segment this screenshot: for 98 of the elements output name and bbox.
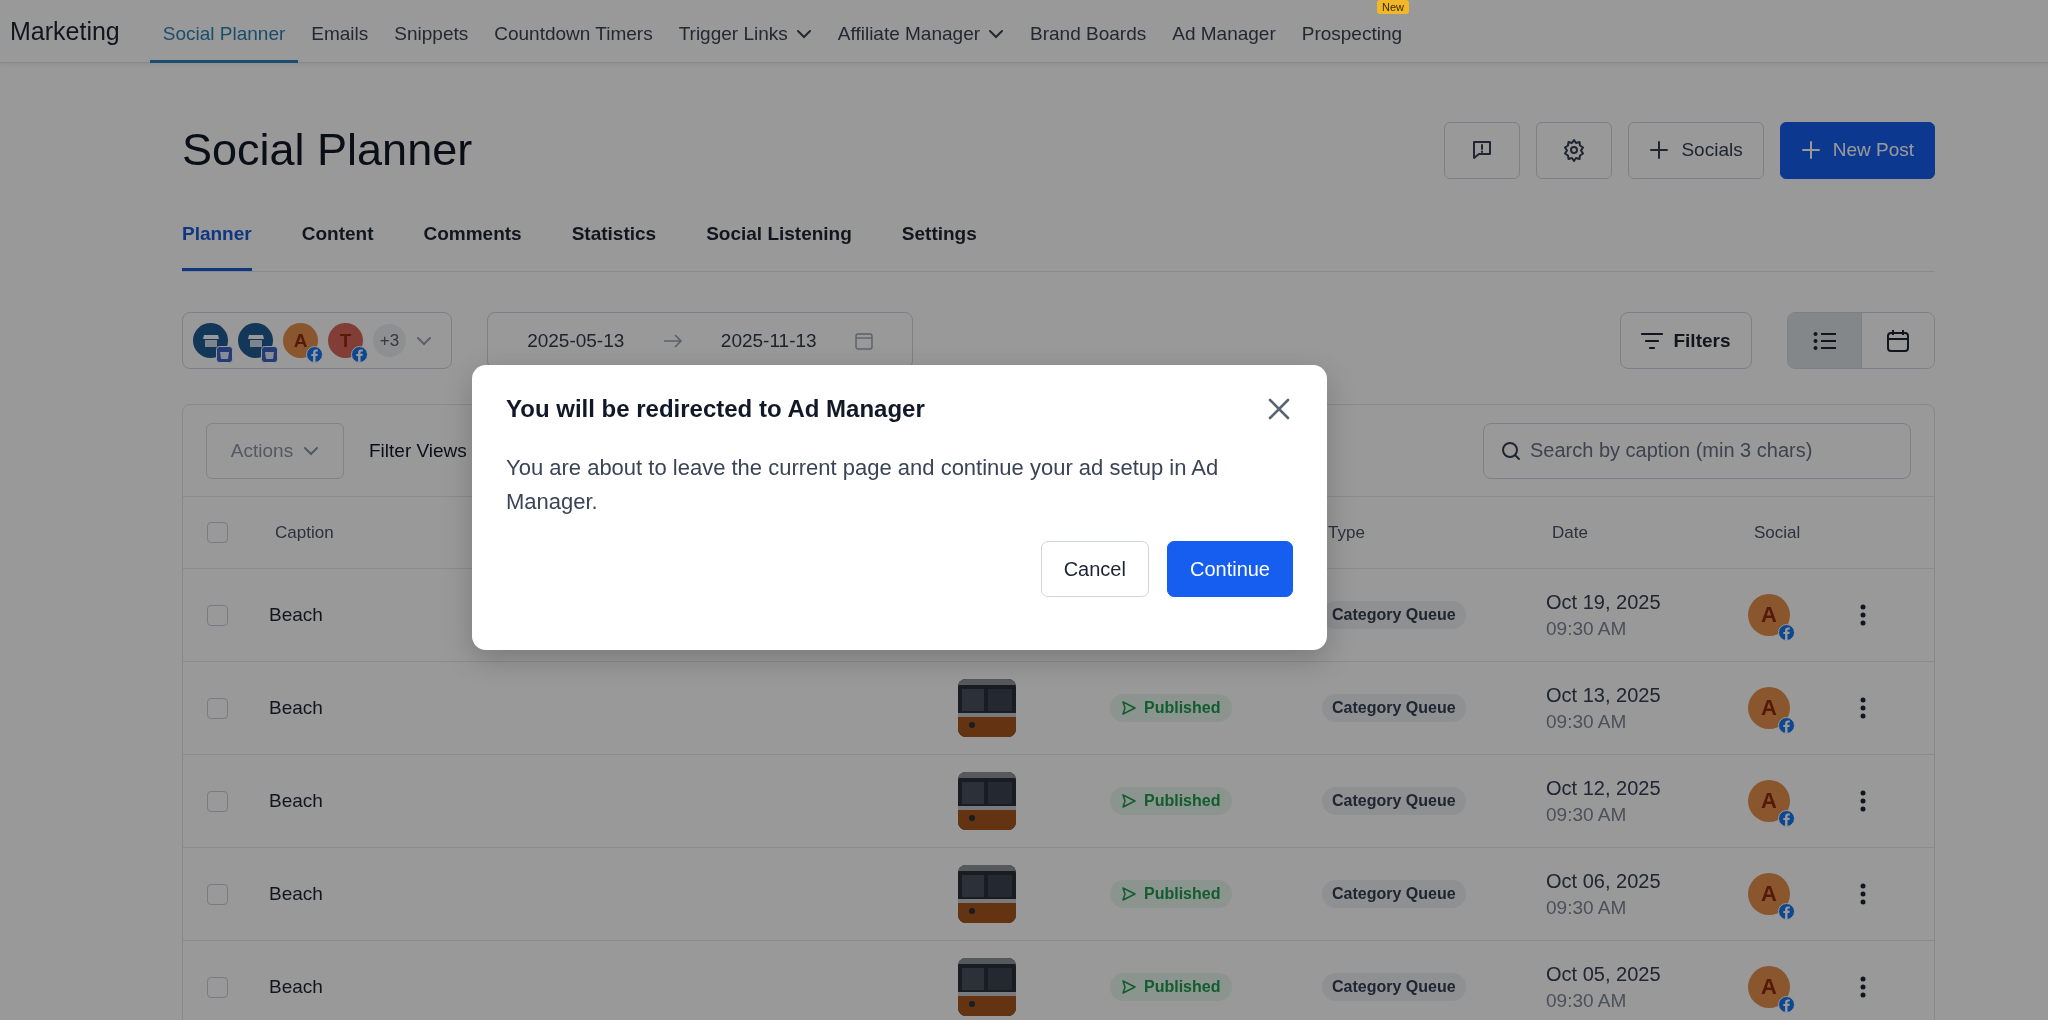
list-view-button[interactable] xyxy=(1788,313,1861,368)
store-icon xyxy=(201,332,220,349)
send-icon xyxy=(1122,887,1136,901)
dialog-message: You are about to leave the current page and continue your ad setup in Ad Manager. xyxy=(506,454,1220,516)
column-header: Type xyxy=(1327,522,1366,543)
column-header: Caption xyxy=(274,522,335,543)
filter-views-label[interactable]: Filter Views xyxy=(369,439,467,462)
status-badge: Published xyxy=(1110,880,1233,908)
add-socials-button[interactable]: Socials xyxy=(1628,121,1764,179)
nav-tab[interactable]: Emails xyxy=(298,19,382,49)
caption-cell-text: Beach xyxy=(269,790,324,812)
facebook-icon xyxy=(1778,810,1795,827)
store-badge-icon xyxy=(261,346,278,363)
status-badge: Published xyxy=(1110,787,1233,815)
chevron-down-icon xyxy=(303,445,320,456)
type-badge: Category Queue xyxy=(1322,973,1466,1001)
nav-tab[interactable]: Trigger Links xyxy=(665,19,825,49)
type-badge: Category Queue xyxy=(1322,880,1466,908)
more-count: +3 xyxy=(373,324,406,357)
store-icon xyxy=(246,332,265,349)
caption-cell-text: Beach xyxy=(269,976,324,998)
post-time: 09:30 AM xyxy=(1546,617,1628,640)
row-checkbox[interactable] xyxy=(207,604,228,626)
more-icon[interactable] xyxy=(1860,790,1866,812)
facebook-icon xyxy=(306,346,323,363)
send-icon xyxy=(1122,980,1136,994)
nav-tab[interactable]: Ad Manager xyxy=(1159,19,1289,49)
settings-icon xyxy=(1562,138,1587,162)
tab[interactable]: Planner xyxy=(182,223,252,271)
send-icon xyxy=(1122,701,1136,715)
start-date: 2025-05-13 xyxy=(527,329,625,352)
post-date: Oct 12, 2025 xyxy=(1546,776,1662,800)
select-all-checkbox[interactable] xyxy=(207,522,228,543)
facebook-icon xyxy=(1778,903,1795,920)
new-badge: New xyxy=(1377,0,1410,14)
tab[interactable]: Comments xyxy=(423,223,522,271)
nav-tab[interactable]: Prospecting xyxy=(1288,19,1416,49)
nav-tab[interactable]: Countdown Timers xyxy=(481,19,666,49)
search-icon xyxy=(1501,440,1521,461)
search-field[interactable]: Search by caption (min 3 chars) xyxy=(1483,422,1911,479)
status-badge: Published xyxy=(1110,694,1233,722)
more-icon[interactable] xyxy=(1860,976,1866,998)
nav-tab[interactable]: Affiliate Manager xyxy=(824,19,1018,49)
tab[interactable]: Social Listening xyxy=(706,223,852,271)
caption-cell-text: Beach xyxy=(269,883,324,905)
cancel-button[interactable]: Cancel xyxy=(1040,541,1149,597)
post-time: 09:30 AM xyxy=(1546,896,1628,919)
row-checkbox[interactable] xyxy=(207,790,228,812)
tab[interactable]: Content xyxy=(301,223,374,271)
facebook-icon xyxy=(1778,717,1795,734)
plus-icon xyxy=(1800,140,1821,160)
row-checkbox[interactable] xyxy=(207,976,228,998)
dialog-title: You will be redirected to Ad Manager xyxy=(506,395,925,423)
more-icon[interactable] xyxy=(1860,883,1866,905)
post-date: Oct 19, 2025 xyxy=(1546,590,1662,614)
continue-button[interactable]: Continue xyxy=(1166,541,1293,597)
list-icon xyxy=(1812,330,1837,351)
nav-tab[interactable]: Brand Boards xyxy=(1017,19,1160,49)
app-title: Marketing xyxy=(10,16,120,46)
row-checkbox[interactable] xyxy=(207,697,228,719)
tab[interactable]: Statistics xyxy=(571,223,657,271)
store-badge-icon xyxy=(216,346,233,363)
more-icon[interactable] xyxy=(1860,697,1866,719)
plus-icon xyxy=(1649,140,1670,160)
feedback-button[interactable] xyxy=(1444,121,1521,179)
row-checkbox[interactable] xyxy=(207,883,228,905)
new-post-button[interactable]: New Post xyxy=(1779,121,1935,179)
facebook-icon xyxy=(1778,996,1795,1013)
post-date: Oct 13, 2025 xyxy=(1546,683,1662,707)
send-icon xyxy=(1122,794,1136,808)
nav-tab[interactable]: Social Planner xyxy=(149,19,299,49)
settings-button[interactable] xyxy=(1536,121,1613,179)
facebook-icon xyxy=(351,346,368,363)
column-header: Date xyxy=(1551,522,1589,543)
nav-tab[interactable]: Snippets xyxy=(381,19,482,49)
end-date: 2025-11-13 xyxy=(720,329,817,352)
type-badge: Category Queue xyxy=(1322,694,1466,722)
calendar-view-button[interactable] xyxy=(1861,313,1934,368)
arrow-right-icon xyxy=(662,333,683,348)
post-time: 09:30 AM xyxy=(1546,803,1628,826)
caption-cell-text: Beach xyxy=(269,604,324,626)
post-date: Oct 05, 2025 xyxy=(1546,962,1662,986)
filters-button[interactable]: Filters xyxy=(1620,312,1752,369)
status-badge: Published xyxy=(1110,973,1233,1001)
post-time: 09:30 AM xyxy=(1546,710,1628,733)
chevron-down-icon xyxy=(416,335,432,346)
facebook-icon xyxy=(1778,624,1795,641)
caption-cell-text: Beach xyxy=(269,697,324,719)
page-title: Social Planner xyxy=(182,124,473,176)
calendar-icon xyxy=(854,331,873,350)
tab[interactable]: Settings xyxy=(901,223,977,271)
calendar-icon xyxy=(1886,328,1910,353)
column-header: Social xyxy=(1753,522,1802,543)
post-date: Oct 06, 2025 xyxy=(1546,869,1662,893)
more-icon[interactable] xyxy=(1860,604,1866,626)
type-badge: Category Queue xyxy=(1322,787,1466,815)
filter-icon xyxy=(1641,331,1664,350)
post-time: 09:30 AM xyxy=(1546,989,1628,1012)
